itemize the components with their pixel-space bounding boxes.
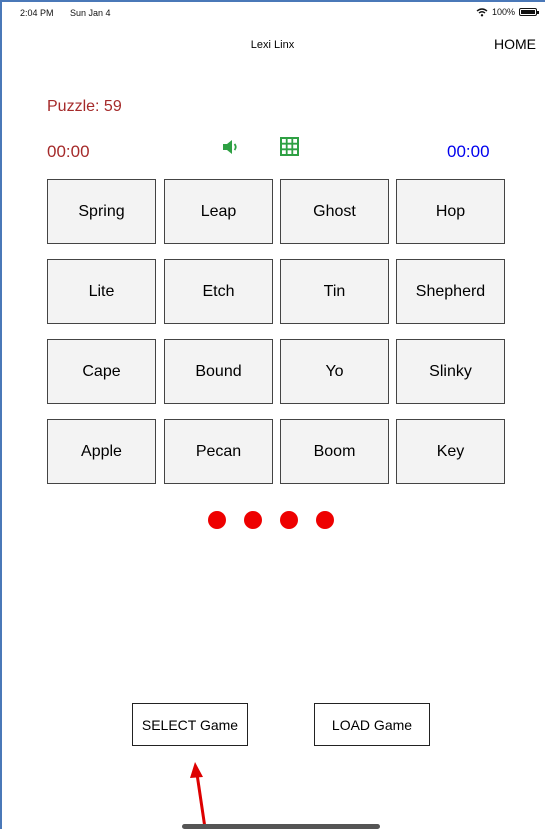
word-grid: Spring Leap Ghost Hop Lite Etch Tin Shep… — [47, 179, 505, 485]
mistake-dot — [244, 511, 262, 529]
word-tile[interactable]: Ghost — [280, 179, 389, 244]
puzzle-number: Puzzle: 59 — [47, 98, 122, 115]
battery-percent: 100% — [491, 7, 515, 17]
status-right: 100% — [476, 7, 539, 17]
word-tile[interactable]: Etch — [164, 259, 273, 324]
speaker-icon[interactable] — [222, 138, 242, 156]
page-title: Lexi Linx — [250, 39, 295, 51]
mistake-dot — [208, 511, 226, 529]
word-tile[interactable]: Boom — [280, 419, 389, 484]
word-tile[interactable]: Shepherd — [396, 259, 505, 324]
word-tile[interactable]: Bound — [164, 339, 273, 404]
load-game-button[interactable]: LOAD Game — [314, 703, 430, 746]
status-time: 2:04 PM — [20, 8, 54, 18]
home-button[interactable]: HOME — [494, 36, 536, 52]
mistake-dot — [280, 511, 298, 529]
word-tile[interactable]: Spring — [47, 179, 156, 244]
status-bar: 2:04 PM Sun Jan 4 100% — [10, 4, 539, 20]
word-tile[interactable]: Slinky — [396, 339, 505, 404]
timer-right: 00:00 — [447, 142, 490, 161]
word-tile[interactable]: Tin — [280, 259, 389, 324]
mistake-dot — [316, 511, 334, 529]
select-game-button[interactable]: SELECT Game — [132, 703, 248, 746]
wifi-icon — [476, 7, 488, 16]
word-tile[interactable]: Lite — [47, 259, 156, 324]
word-tile[interactable]: Key — [396, 419, 505, 484]
word-tile[interactable]: Leap — [164, 179, 273, 244]
word-tile[interactable]: Hop — [396, 179, 505, 244]
annotation-arrow-icon — [190, 762, 207, 829]
battery-icon — [519, 8, 539, 16]
word-tile[interactable]: Cape — [47, 339, 156, 404]
home-indicator — [182, 824, 380, 829]
grid-icon[interactable] — [280, 137, 299, 156]
timer-left: 00:00 — [47, 142, 90, 161]
mistakes-remaining — [208, 511, 334, 529]
word-tile[interactable]: Apple — [47, 419, 156, 484]
word-tile[interactable]: Yo — [280, 339, 389, 404]
word-tile[interactable]: Pecan — [164, 419, 273, 484]
status-date: Sun Jan 4 — [70, 8, 111, 18]
